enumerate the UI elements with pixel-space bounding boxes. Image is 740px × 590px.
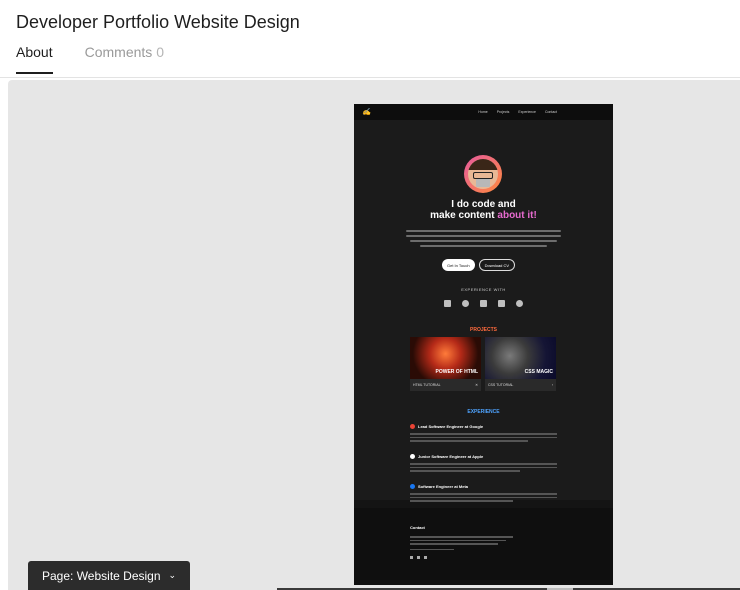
project-cards: POWER OF HTML HTML TUTORIAL ✕ CSS MAGIC C… [410, 337, 556, 391]
hero-line-2: make content about it! [430, 210, 537, 221]
nav-link-experience: Experience [518, 110, 536, 114]
contact-title: Contact [410, 525, 425, 530]
projects-title: PROJECTS [470, 327, 497, 333]
page-selector-label: Page: Website Design [42, 568, 161, 583]
tab-about-label: About [16, 44, 53, 60]
project-card-html-tag: POWER OF HTML [435, 369, 479, 375]
tab-comments[interactable]: Comments 0 [85, 44, 164, 72]
social-icon [424, 556, 427, 559]
social-icon [417, 556, 420, 559]
tab-comments-label: Comments [84, 44, 153, 60]
nav-link-contact: Contact [544, 110, 557, 114]
page-title: Developer Portfolio Website Design [16, 12, 300, 32]
project-card-html: POWER OF HTML HTML TUTORIAL ✕ [410, 337, 481, 391]
meta-icon [410, 484, 415, 489]
google-icon [410, 424, 415, 429]
experience-item: Software Engineer at Meta [410, 484, 557, 504]
experience-item: Lead Software Engineer at Google [410, 424, 557, 444]
react-icon [516, 300, 523, 307]
experience-role: Junior Software Engineer at Apple [418, 454, 484, 459]
hero-heading: I do code and make content about it! [354, 199, 613, 221]
hero-buttons: Get In Touch Download CV [442, 259, 516, 271]
nav-link-projects: Projects [496, 110, 510, 114]
experience-role: Software Engineer at Meta [418, 484, 469, 489]
experience-with-label: EXPERIENCE WITH [461, 287, 506, 292]
portfolio-footer: Contact [354, 508, 613, 585]
hero-paragraph [406, 230, 561, 250]
comments-count: 0 [156, 44, 165, 60]
chevron-down-icon: ⌄ [168, 570, 177, 580]
hero-accent: about it! [497, 210, 537, 221]
arrow-icon: › [551, 383, 553, 387]
close-icon: ✕ [475, 383, 478, 387]
header-divider [0, 77, 740, 78]
hero-line-1: I do code and [451, 199, 516, 210]
css-icon [498, 300, 505, 307]
tab-about[interactable]: About [16, 44, 53, 74]
tab-bar: About Comments 0 [16, 44, 164, 74]
page-selector[interactable]: Page: Website Design ⌄ [28, 561, 191, 590]
portfolio-logo: ✍ [362, 109, 371, 116]
portfolio-hero: I do code and make content about it! Get… [354, 120, 613, 502]
experience-title: EXPERIENCE [467, 409, 500, 415]
nav-link-home: Home [478, 110, 488, 114]
project-card-html-label: HTML TUTORIAL [413, 383, 441, 387]
avatar [464, 155, 502, 193]
social-icon [410, 556, 413, 559]
tech-icon-1 [444, 300, 451, 307]
project-card-css: CSS MAGIC CSS TUTORIAL › [485, 337, 556, 391]
portfolio-nav: ✍ Home Projects Experience Contact [354, 104, 613, 120]
portfolio-viewer: Developer Portfolio Website Design About… [0, 0, 740, 590]
project-card-css-tag: CSS MAGIC [524, 369, 553, 375]
download-cv-button: Download CV [478, 259, 516, 271]
experience-item: Junior Software Engineer at Apple [410, 454, 557, 474]
tech-icons [444, 300, 523, 307]
tech-icon-2 [462, 300, 469, 307]
html-icon [480, 300, 487, 307]
experience-role: Lead Software Engineer at Google [418, 424, 484, 429]
project-card-css-label: CSS TUTORIAL [488, 383, 514, 387]
portfolio-preview[interactable]: ✍ Home Projects Experience Contact I do … [354, 104, 613, 585]
get-in-touch-button: Get In Touch [442, 259, 475, 271]
apple-icon [410, 454, 415, 459]
